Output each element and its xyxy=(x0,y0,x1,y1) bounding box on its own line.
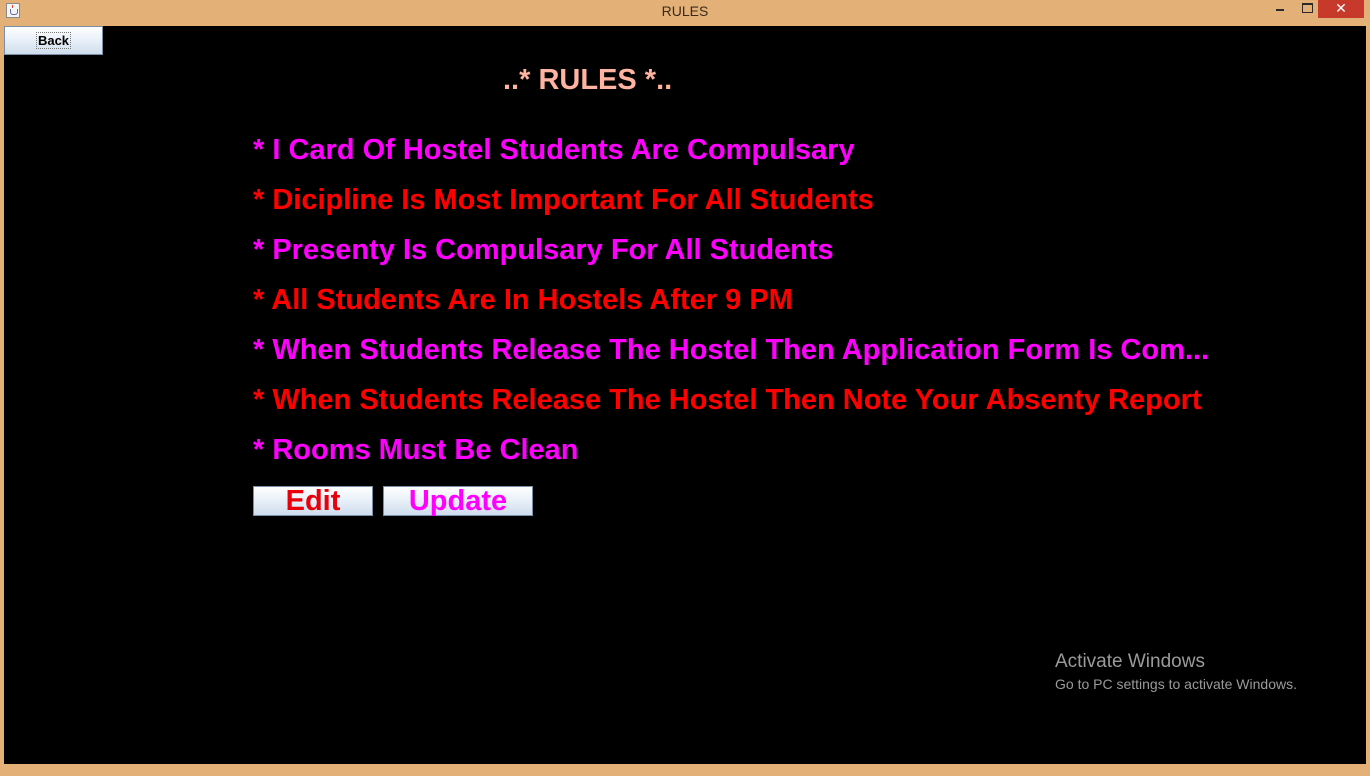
window-title: RULES xyxy=(661,3,709,19)
watermark-subtitle: Go to PC settings to activate Windows. xyxy=(1055,676,1297,692)
rule-item: * All Students Are In Hostels After 9 PM xyxy=(253,284,793,316)
back-button-label: Back xyxy=(35,32,72,49)
back-button[interactable]: Back xyxy=(4,26,103,55)
rule-item: * Presenty Is Compulsary For All Student… xyxy=(253,234,834,266)
rule-item: * Rooms Must Be Clean xyxy=(253,434,579,466)
watermark-title: Activate Windows xyxy=(1055,651,1205,672)
title-bar[interactable]: RULES ✕ xyxy=(0,0,1370,22)
edit-button[interactable]: Edit xyxy=(253,486,373,516)
page-title: ..* RULES *.. xyxy=(503,64,673,96)
app-window: RULES ✕ Back ..* RULES *.. * I Card Of H… xyxy=(0,0,1370,776)
minimize-icon xyxy=(1276,9,1284,11)
minimize-button[interactable] xyxy=(1266,0,1292,18)
close-button[interactable]: ✕ xyxy=(1318,0,1364,18)
rule-item: * Dicipline Is Most Important For All St… xyxy=(253,184,874,216)
update-button[interactable]: Update xyxy=(383,486,533,516)
rule-item: * When Students Release The Hostel Then … xyxy=(253,334,1210,366)
rule-item: * When Students Release The Hostel Then … xyxy=(253,384,1202,416)
close-icon: ✕ xyxy=(1335,0,1347,16)
maximize-button[interactable] xyxy=(1294,0,1320,18)
activation-watermark: Activate Windows Go to PC settings to ac… xyxy=(1055,650,1297,694)
maximize-icon xyxy=(1302,3,1313,13)
rule-item: * I Card Of Hostel Students Are Compulsa… xyxy=(253,134,855,166)
content-panel: Back ..* RULES *.. * I Card Of Hostel St… xyxy=(4,26,1366,764)
